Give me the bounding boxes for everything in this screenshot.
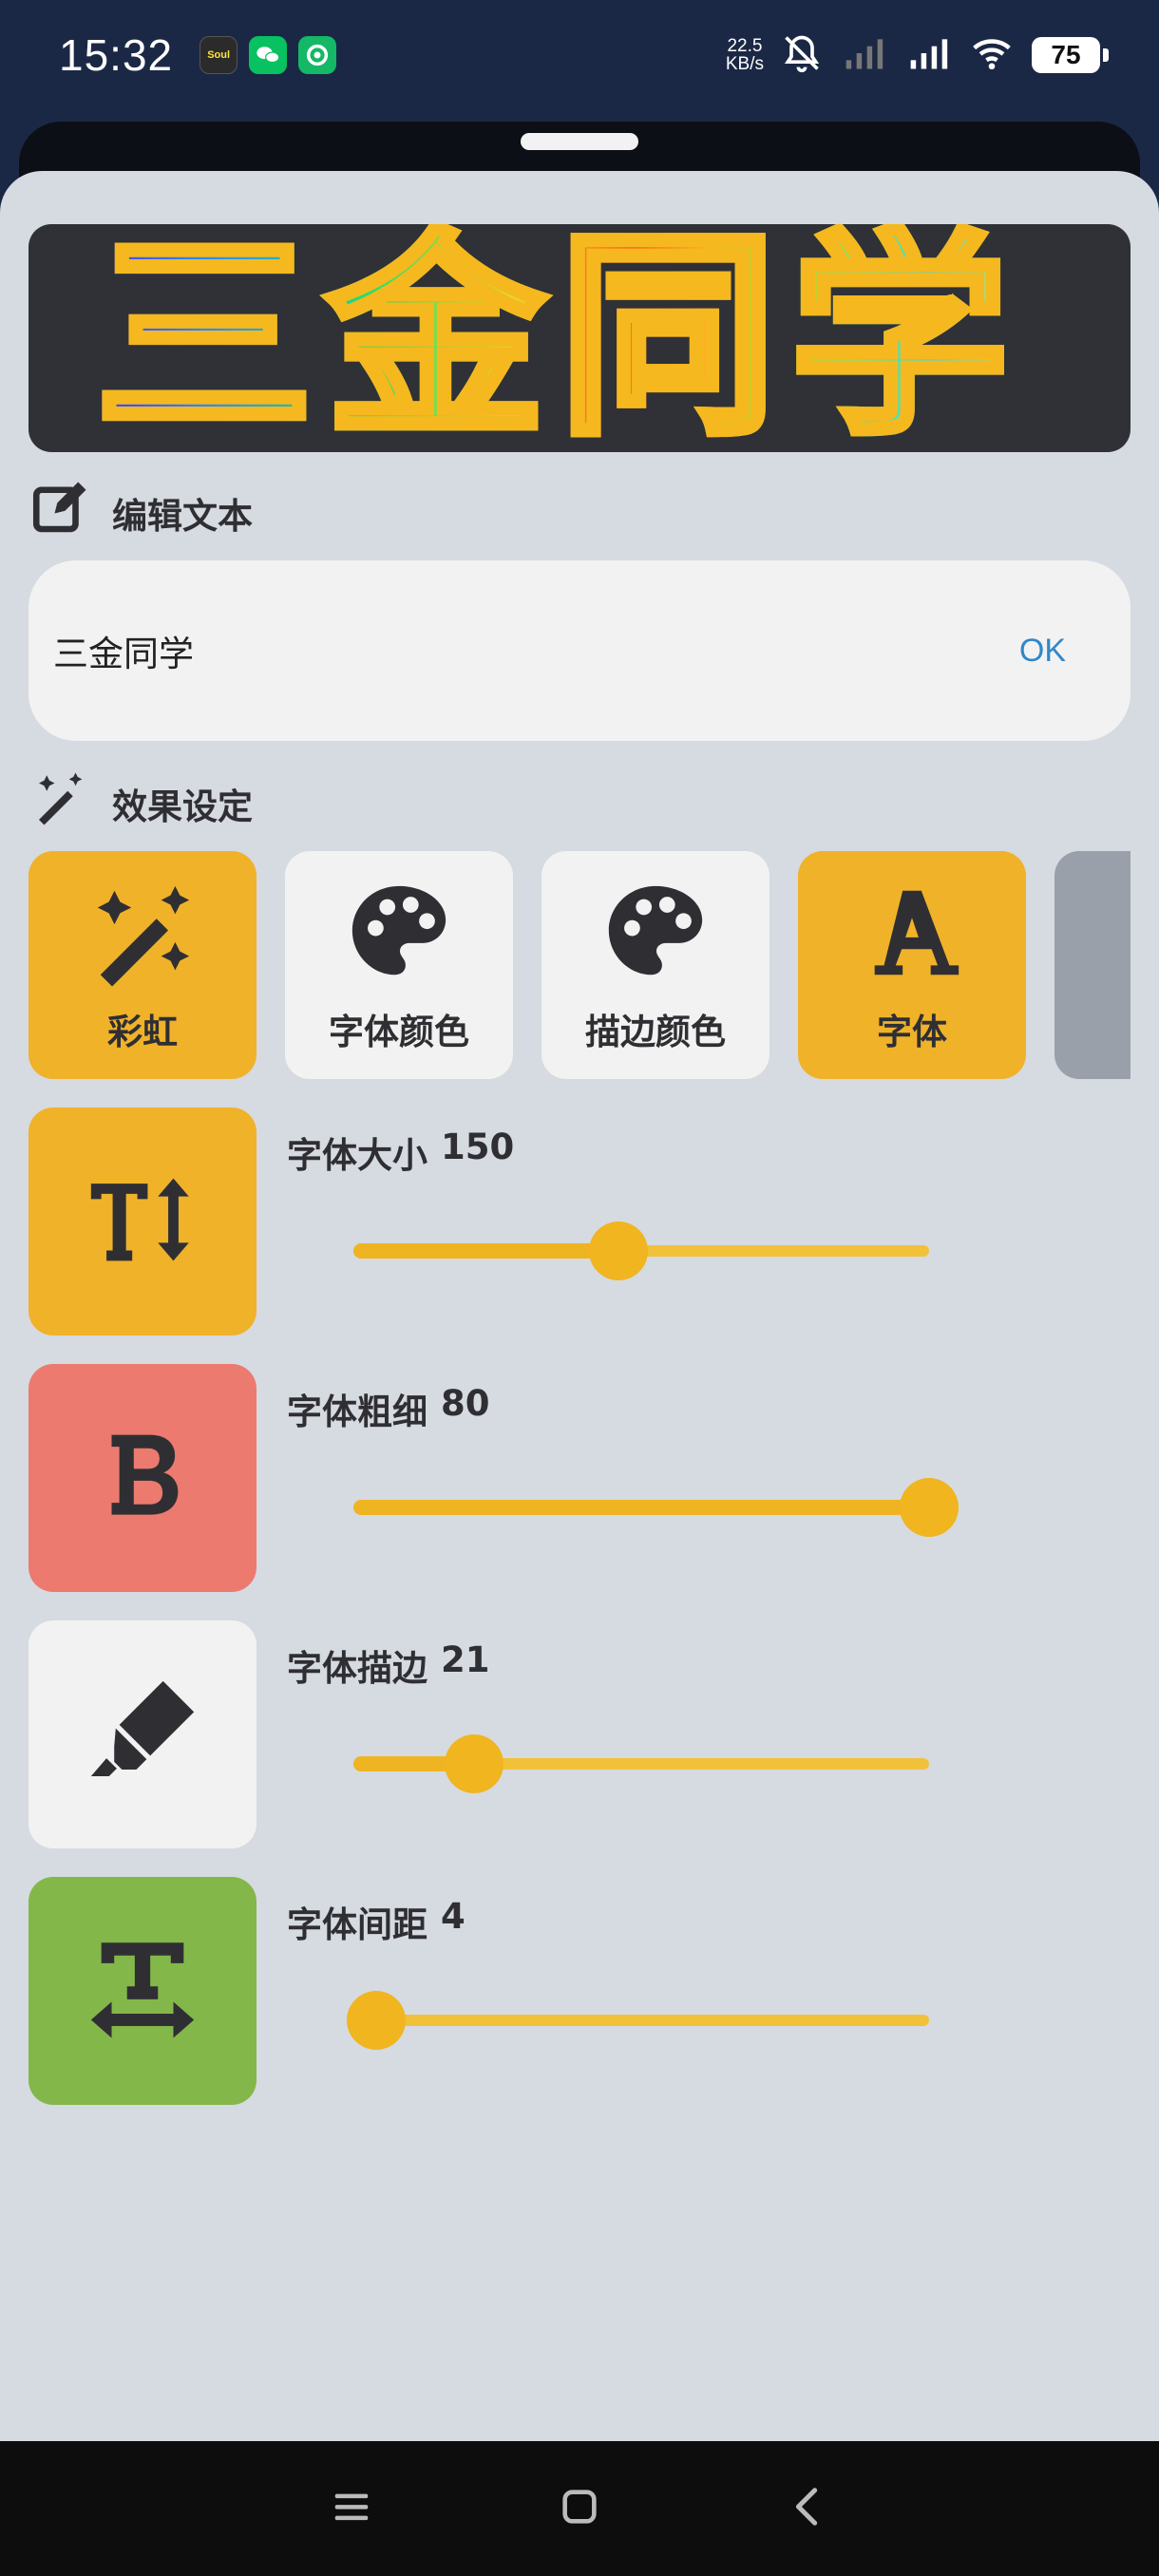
effect-label: 字体颜色 <box>329 1011 469 1052</box>
signal-weak-icon <box>840 32 887 78</box>
back-nav-button[interactable] <box>774 2475 841 2542</box>
battery-indicator: 75 <box>1032 36 1109 73</box>
effect-label: 彩虹 <box>107 1011 178 1052</box>
bold-icon <box>81 1414 204 1542</box>
cloud-app-icon <box>298 35 337 74</box>
effect-font-color[interactable]: 字体颜色 <box>285 851 513 1079</box>
font-size-label: 字体大小 150 <box>287 1127 515 1176</box>
font-weight-label: 字体粗细 80 <box>287 1383 490 1432</box>
effect-font[interactable]: 字体 <box>798 851 1026 1079</box>
edit-icon <box>28 477 91 548</box>
font-stroke-slider-thumb[interactable] <box>445 1734 504 1793</box>
home-square-icon <box>558 2485 601 2532</box>
menu-icon <box>330 2485 373 2532</box>
letter-spacing-control: 字体间距 4 <box>28 1877 1130 2105</box>
font-a-icon <box>856 877 968 1003</box>
ok-button[interactable]: OK <box>979 633 1106 670</box>
effect-label: 描边颜色 <box>585 1011 726 1052</box>
network-speed: 22.5 KB/s <box>725 35 764 74</box>
letter-spacing-slider-thumb[interactable] <box>347 1991 407 2050</box>
font-stroke-tile <box>28 1620 256 1848</box>
text-input[interactable] <box>53 630 979 672</box>
font-stroke-slider[interactable] <box>353 1734 929 1793</box>
font-size-tile <box>28 1108 256 1335</box>
letter-spacing-tile <box>28 1877 256 2105</box>
status-bar: 15:32 Soul 22.5 KB/s 75 <box>0 0 1159 109</box>
text-height-icon <box>81 1158 204 1285</box>
edit-text-title: 编辑文本 <box>112 495 253 537</box>
wifi-icon <box>969 32 1015 78</box>
effects-title: 效果设定 <box>112 786 253 827</box>
font-weight-slider[interactable] <box>353 1478 959 1537</box>
back-chevron-icon <box>786 2485 829 2532</box>
font-size-slider-thumb[interactable] <box>588 1222 648 1280</box>
palette-icon <box>343 877 455 1003</box>
font-stroke-label: 字体描边 21 <box>287 1639 490 1689</box>
font-size-slider-fill <box>353 1243 618 1259</box>
letter-spacing-label: 字体间距 4 <box>287 1896 466 1945</box>
font-size-control: 字体大小 150 <box>28 1108 1130 1335</box>
bell-off-icon <box>781 32 823 78</box>
letter-spacing-slider[interactable] <box>347 1991 929 2050</box>
preview-text: 三金同学 <box>91 224 1022 452</box>
text-width-icon <box>81 1927 204 2055</box>
soul-app-icon: Soul <box>200 35 238 74</box>
font-stroke-control: 字体描边 21 <box>28 1620 1130 1848</box>
magic-wand-icon <box>28 767 91 839</box>
effect-more[interactable] <box>1054 851 1130 1079</box>
palette-icon <box>599 877 712 1003</box>
font-weight-control: 字体粗细 80 <box>28 1364 1130 1592</box>
effect-label: 字体 <box>877 1011 947 1052</box>
font-weight-tile <box>28 1364 256 1592</box>
drag-handle[interactable] <box>521 133 638 150</box>
navigation-bar <box>0 2441 1159 2576</box>
magic-wand-icon <box>86 877 199 1003</box>
clock: 15:32 <box>59 29 174 80</box>
font-size-slider[interactable] <box>353 1222 929 1280</box>
home-nav-button[interactable] <box>546 2475 613 2542</box>
menu-nav-button[interactable] <box>318 2475 385 2542</box>
wechat-app-icon <box>249 35 288 74</box>
text-preview-banner: 三金同学 <box>28 224 1130 452</box>
effect-rainbow[interactable]: 彩虹 <box>28 851 256 1079</box>
font-weight-slider-thumb[interactable] <box>900 1478 959 1537</box>
font-weight-slider-fill <box>353 1500 929 1515</box>
effects-list: 彩虹 字体颜色 描边颜色 字体 <box>28 851 1130 1079</box>
effect-stroke-color[interactable]: 描边颜色 <box>542 851 770 1079</box>
editor-panel: 三金同学 编辑文本 OK 效果设定 彩虹 字体颜色 <box>0 171 1159 2441</box>
edit-text-header: 编辑文本 <box>28 477 253 548</box>
highlighter-icon <box>81 1671 204 1798</box>
notification-icons: Soul <box>200 35 337 74</box>
effects-header: 效果设定 <box>28 767 253 839</box>
signal-icon <box>904 32 952 78</box>
text-input-card: OK <box>28 560 1130 741</box>
